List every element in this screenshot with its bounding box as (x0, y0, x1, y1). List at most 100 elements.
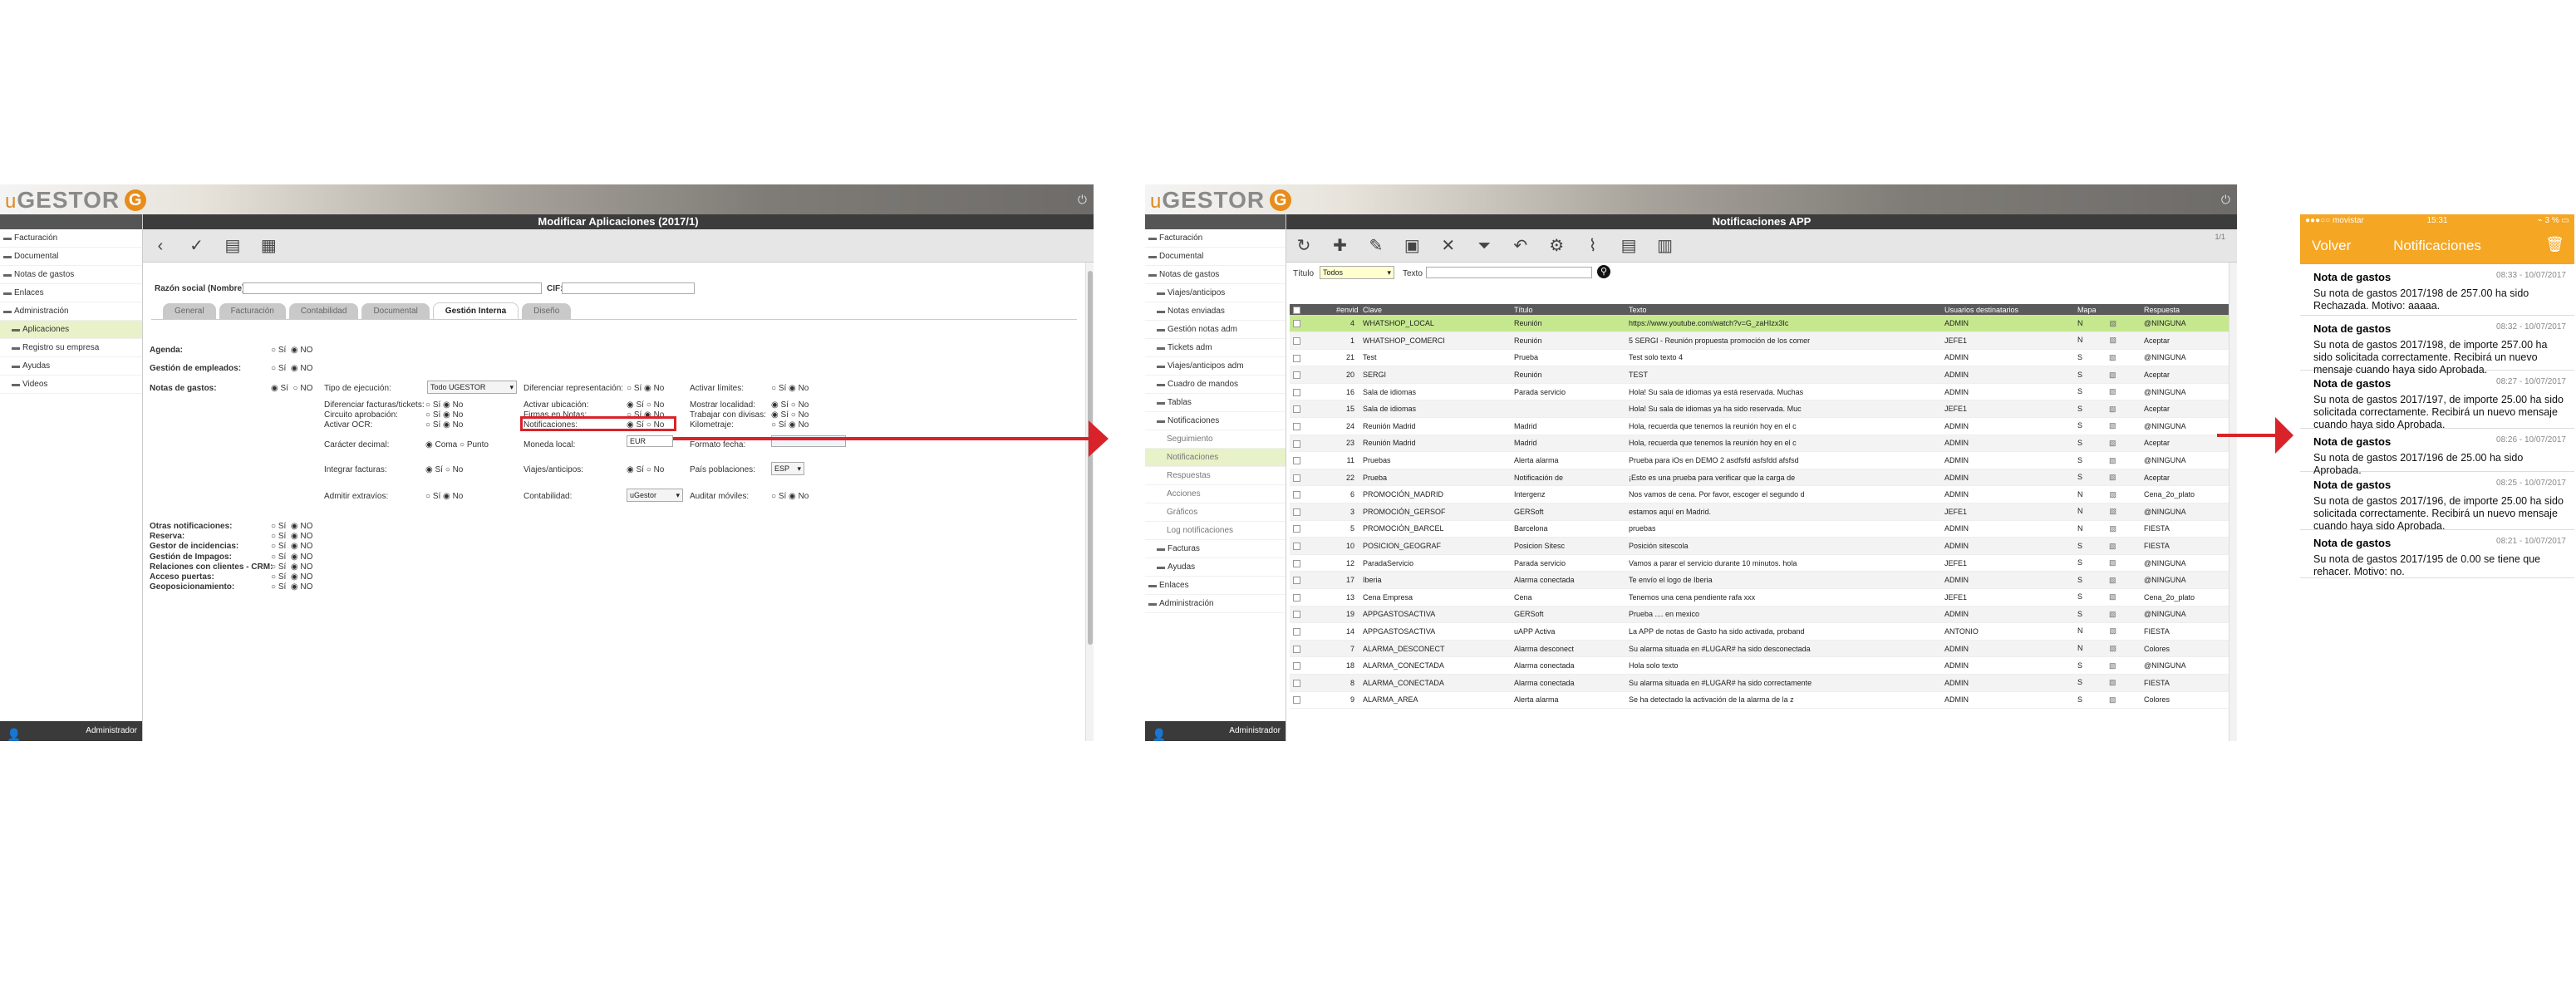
map-icon[interactable]: ▧ (2109, 610, 2116, 618)
map-icon[interactable]: ▧ (2109, 542, 2116, 550)
table-row[interactable]: 17 Iberia Alarma conectada Te envío el logo… (1290, 571, 2232, 589)
sidebar-item-facturacion[interactable]: ▬ Facturación (1145, 229, 1286, 248)
row-checkbox[interactable] (1293, 577, 1300, 585)
mostrar-localidad-radio[interactable]: ◉ Sí ○ No (771, 400, 809, 410)
circuito-radio[interactable]: ○ Sí ◉ No (425, 410, 463, 420)
row-checkbox[interactable] (1293, 679, 1300, 687)
user-footer[interactable]: 👤 Administrador (0, 721, 142, 741)
row-select-cell[interactable] (1290, 640, 1333, 658)
tab-facturacion[interactable]: Facturación (219, 303, 286, 320)
map-icon[interactable]: ▧ (2109, 421, 2116, 430)
row-checkbox[interactable] (1293, 457, 1300, 465)
row-select-cell[interactable] (1290, 691, 1333, 710)
table-row[interactable]: 21 Test Prueba Test solo texto 4 ADMIN S ▧ @NIN… (1290, 349, 2232, 367)
otras-radio-0[interactable]: ○ Sí ◉ NO (271, 522, 312, 531)
sidebar-item-administracion[interactable]: ▬ Administración (1145, 595, 1286, 613)
edit-icon[interactable]: ✎ (1364, 233, 1389, 258)
otras-radio-5[interactable]: ○ Sí ◉ NO (271, 572, 312, 582)
row-checkbox[interactable] (1293, 525, 1300, 533)
add-icon[interactable]: ✚ (1327, 233, 1352, 258)
row-checkbox[interactable] (1293, 593, 1300, 602)
contabilidad-select[interactable]: uGestor (627, 489, 683, 502)
row-select-cell[interactable] (1290, 606, 1333, 624)
tab-contabilidad[interactable]: Contabilidad (288, 303, 359, 320)
calendar-icon[interactable]: ▦ (256, 233, 281, 258)
activar-limites-radio[interactable]: ○ Sí ◉ No (771, 384, 809, 393)
filter-titulo-select[interactable]: Todos (1320, 266, 1394, 279)
document-icon[interactable]: ▤ (1616, 233, 1641, 258)
table-row[interactable]: 18 ALARMA_CONECTADA Alarma conectada Hola s… (1290, 656, 2232, 675)
sidebar-item-notas-de-gastos[interactable]: ▬ Notas de gastos (0, 266, 142, 284)
sidebar-item-ayudas[interactable]: ▬ Ayudas (1145, 558, 1286, 577)
column-header[interactable]: #envid (1333, 304, 1359, 315)
trash-icon[interactable]: 🗑 (2545, 236, 2564, 253)
table-row[interactable]: 5 PROMOCIÓN_BARCEL Barcelona pruebas ADMIN N ▧… (1290, 520, 2232, 538)
power-icon[interactable]: ⏻ (2221, 193, 2230, 207)
search-icon[interactable]: ⚲ (1597, 265, 1610, 278)
cif-input[interactable] (562, 282, 695, 294)
table-row[interactable]: 4 WHATSHOP_LOCAL Reunión https://www.youtub… (1290, 315, 2232, 333)
table-row[interactable]: 22 Prueba Notificación de ¡Esto es una prue… (1290, 469, 2232, 487)
table-row[interactable]: 12 ParadaServicio Parada servicio Vamos a p… (1290, 554, 2232, 572)
table-row[interactable]: 24 Reunión Madrid Madrid Hola, recuerda que… (1290, 417, 2232, 435)
check-icon[interactable]: ✓ (184, 233, 209, 258)
clipboard-icon[interactable]: ▣ (1399, 233, 1424, 258)
otras-radio-1[interactable]: ○ Sí ◉ NO (271, 532, 312, 541)
table-row[interactable]: 10 POSICION_GEOGRAF Posicion Sitesc Posició… (1290, 537, 2232, 555)
sidebar-item-notas-enviadas[interactable]: ▬ Notas enviadas (1145, 302, 1286, 321)
table-row[interactable]: 6 PROMOCIÓN_MADRID Intergenz Nos vamos de c… (1290, 485, 2232, 504)
row-select-cell[interactable] (1290, 674, 1333, 692)
map-icon[interactable]: ▧ (2109, 661, 2116, 670)
undo-icon[interactable]: ↶ (1508, 233, 1533, 258)
row-checkbox[interactable] (1293, 662, 1300, 670)
column-header[interactable]: Usuarios destinatarios (1941, 304, 2074, 315)
row-select-cell[interactable] (1290, 366, 1333, 384)
map-icon[interactable]: ▧ (2109, 405, 2116, 413)
row-checkbox[interactable] (1293, 559, 1300, 567)
otras-radio-6[interactable]: ○ Sí ◉ NO (271, 582, 312, 592)
map-icon[interactable]: ▧ (2110, 644, 2117, 652)
column-header[interactable]: Título (1511, 304, 1625, 315)
razon-input[interactable] (243, 282, 542, 294)
activar-ubicacion-radio[interactable]: ◉ Sí ○ No (627, 400, 664, 410)
column-header[interactable]: Clave (1359, 304, 1511, 315)
delete-icon[interactable]: ✕ (1436, 233, 1461, 258)
row-checkbox[interactable] (1293, 388, 1300, 396)
sidebar-item-documental[interactable]: ▬ Documental (0, 248, 142, 266)
otras-radio-4[interactable]: ○ Sí ◉ NO (271, 562, 312, 572)
row-checkbox[interactable] (1293, 543, 1300, 551)
map-icon[interactable]: ▧ (2110, 336, 2117, 344)
tab-gestion-interna[interactable]: Gestión Interna (432, 302, 519, 319)
table-row[interactable]: 3 PROMOCIÓN_GERSOF GERSoft estamos aquí en … (1290, 503, 2232, 521)
sidebar-item-viajes-anticipos[interactable]: ▬ Viajes/anticipos (1145, 284, 1286, 302)
user-footer[interactable]: 👤 Administrador (1145, 721, 1286, 741)
table-row[interactable]: 16 Sala de idiomas Parada servicio Hola! Su… (1290, 383, 2232, 401)
row-checkbox[interactable] (1293, 371, 1300, 380)
divisas-radio[interactable]: ◉ Sí ○ No (771, 410, 809, 420)
row-select-cell[interactable] (1290, 520, 1333, 538)
sidebar-item-seguimiento[interactable]: Seguimiento (1145, 430, 1286, 449)
integrar-facturas-radio[interactable]: ◉ Sí ○ No (425, 465, 463, 474)
row-select-cell[interactable] (1290, 451, 1333, 469)
diferenciar-fact-radio[interactable]: ○ Sí ◉ No (425, 400, 463, 410)
viajes-radio[interactable]: ◉ Sí ○ No (627, 465, 664, 474)
row-select-cell[interactable] (1290, 315, 1333, 333)
power-icon[interactable]: ⏻ (1078, 193, 1087, 207)
pais-select[interactable]: ESP (771, 462, 804, 475)
map-icon[interactable]: ▧ (2109, 473, 2116, 481)
map-icon[interactable]: ▧ (2110, 507, 2117, 515)
activar-ocr-radio[interactable]: ○ Sí ◉ No (425, 420, 463, 430)
attach-icon[interactable]: ⌇ (1581, 233, 1605, 258)
table-row[interactable]: 7 ALARMA_DESCONECT Alarma desconect Su alar… (1290, 640, 2232, 658)
kilometraje-radio[interactable]: ○ Sí ◉ No (771, 420, 809, 430)
notas-gastos-radio[interactable]: ◉ Sí ○ NO (271, 384, 312, 393)
table-row[interactable]: 13 Cena Empresa Cena Tenemos una cena pendi… (1290, 588, 2232, 607)
sidebar-item-videos[interactable]: ▬ Videos (0, 376, 142, 394)
row-checkbox[interactable] (1293, 422, 1300, 430)
sidebar-item-facturacion[interactable]: ▬ Facturación (0, 229, 142, 248)
sidebar-item-notificaciones[interactable]: Notificaciones (1145, 449, 1286, 467)
sidebar-item-aplicaciones[interactable]: ▬ Aplicaciones (0, 321, 142, 339)
map-icon[interactable]: ▧ (2110, 319, 2117, 327)
sidebar-item-respuestas[interactable]: Respuestas (1145, 467, 1286, 485)
map-icon[interactable]: ▧ (2109, 576, 2116, 584)
